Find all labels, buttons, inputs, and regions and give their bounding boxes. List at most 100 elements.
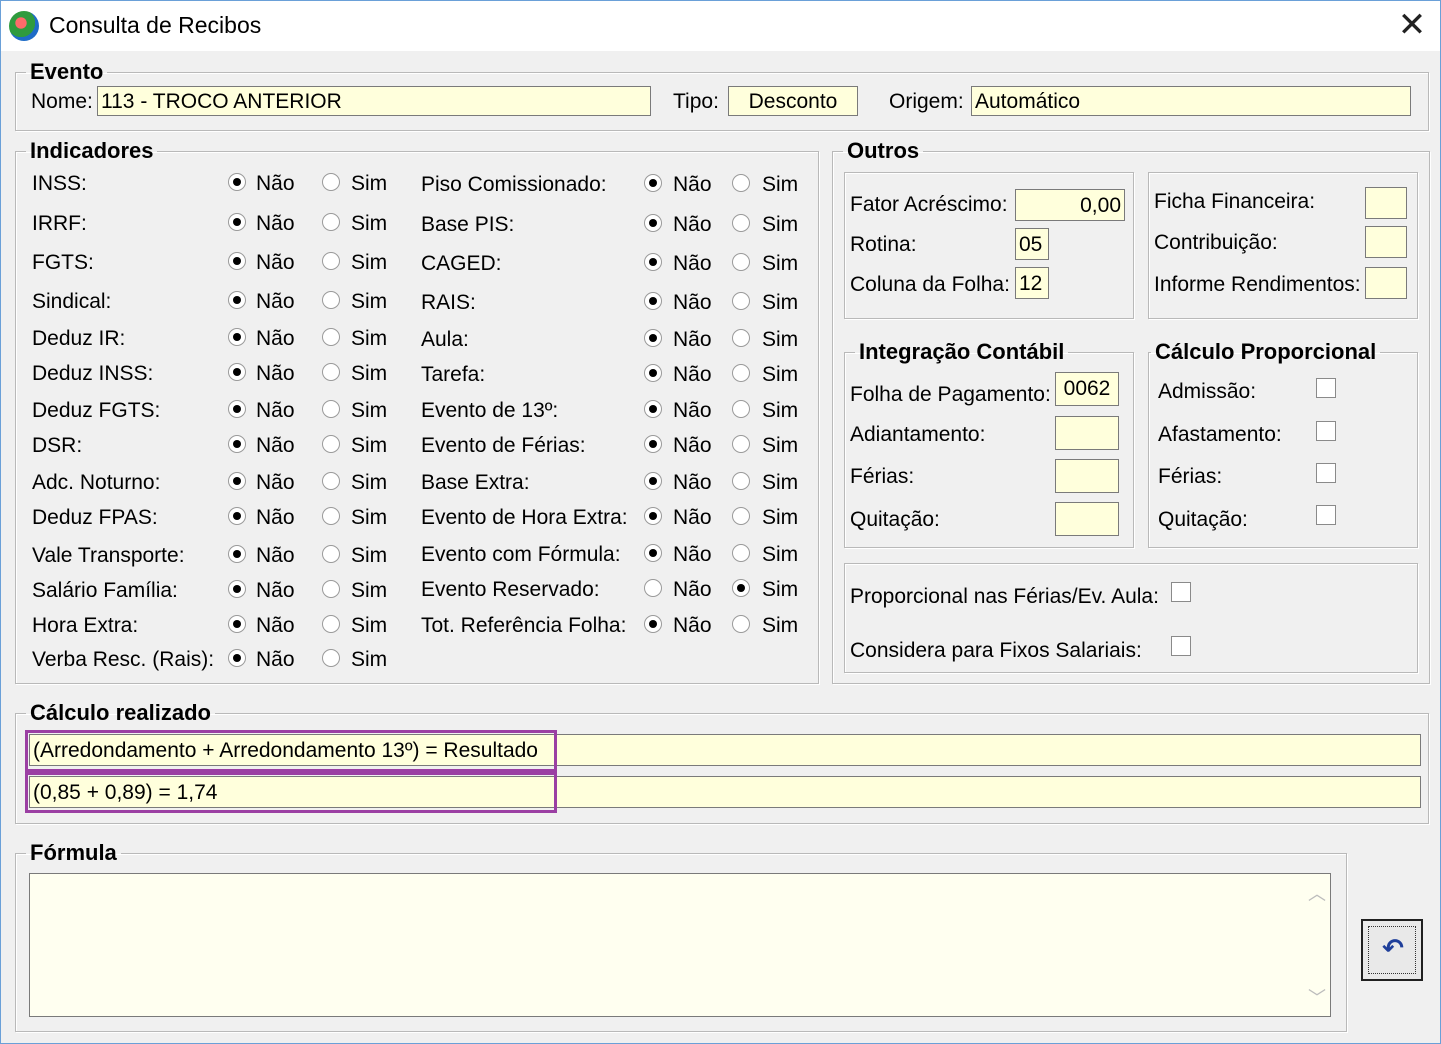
formula-scrollbar[interactable]: ︿ ﹀: [1300, 874, 1330, 1016]
indicator-sim-radio[interactable]: [732, 615, 750, 633]
indicator-nao-radio[interactable]: [644, 364, 662, 382]
indicator-nao-radio[interactable]: [644, 329, 662, 347]
indicator-sim-radio[interactable]: [322, 545, 340, 563]
afastamento-checkbox[interactable]: [1316, 421, 1336, 441]
indicator-nao-radio[interactable]: [228, 252, 246, 270]
fator-acrescimo-field[interactable]: 0,00: [1015, 189, 1125, 221]
indicator-sim-radio[interactable]: [732, 364, 750, 382]
coluna-folha-field[interactable]: 12: [1015, 267, 1049, 299]
title-bar: Consulta de Recibos ✕: [1, 1, 1440, 51]
calculo-formula-line[interactable]: (Arredondamento + Arredondamento 13º) = …: [29, 734, 1421, 766]
indicator-sim-radio[interactable]: [322, 615, 340, 633]
indicator-sim-radio[interactable]: [322, 291, 340, 309]
adiantamento-field[interactable]: [1055, 416, 1119, 450]
indicator-nao-radio[interactable]: [228, 545, 246, 563]
indicator-sim-radio[interactable]: [732, 472, 750, 490]
informe-rendimentos-field[interactable]: [1365, 267, 1407, 299]
indicator-nao-label: Não: [256, 434, 295, 457]
rotina-label: Rotina:: [850, 233, 917, 256]
proporcional-ferias-checkbox[interactable]: [1171, 582, 1191, 602]
indicator-nao-radio[interactable]: [228, 400, 246, 418]
indicator-nao-radio[interactable]: [228, 363, 246, 381]
indicator-sim-radio[interactable]: [322, 173, 340, 191]
quitacao-proporcional-checkbox[interactable]: [1316, 505, 1336, 525]
indicator-nao-label: Não: [673, 363, 712, 386]
indicator-sim-radio[interactable]: [322, 328, 340, 346]
indicator-sim-radio[interactable]: [732, 214, 750, 232]
indicator-label: Evento de Férias:: [421, 434, 586, 457]
indicator-nao-radio[interactable]: [644, 472, 662, 490]
indicator-nao-label: Não: [673, 614, 712, 637]
indicator-sim-radio[interactable]: [322, 507, 340, 525]
indicator-nao-radio[interactable]: [644, 435, 662, 453]
calculo-result-line[interactable]: (0,85 + 0,89) = 1,74: [29, 776, 1421, 808]
app-icon: [9, 11, 39, 41]
indicator-nao-radio[interactable]: [644, 544, 662, 562]
coluna-folha-label: Coluna da Folha:: [850, 273, 1010, 296]
origem-label: Origem:: [889, 90, 964, 113]
nome-field[interactable]: 113 - TROCO ANTERIOR: [97, 86, 651, 116]
indicator-nao-label: Não: [256, 251, 295, 274]
indicator-nao-radio[interactable]: [644, 579, 662, 597]
fixos-salariais-checkbox[interactable]: [1171, 636, 1191, 656]
outros-legend: Outros: [847, 138, 920, 163]
quitacao-integracao-field[interactable]: [1055, 502, 1119, 536]
ficha-financeira-field[interactable]: [1365, 187, 1407, 219]
indicator-sim-radio[interactable]: [732, 579, 750, 597]
indicator-nao-radio[interactable]: [644, 292, 662, 310]
indicator-sim-radio[interactable]: [322, 363, 340, 381]
indicator-sim-radio[interactable]: [732, 253, 750, 271]
proporcional-ferias-label: Proporcional nas Férias/Ev. Aula:: [850, 585, 1159, 608]
indicator-sim-radio[interactable]: [322, 400, 340, 418]
indicator-nao-radio[interactable]: [228, 649, 246, 667]
indicator-sim-radio[interactable]: [322, 252, 340, 270]
indicator-sim-radio[interactable]: [322, 580, 340, 598]
indicator-sim-radio[interactable]: [322, 649, 340, 667]
indicator-nao-label: Não: [673, 252, 712, 275]
indicator-nao-radio[interactable]: [228, 435, 246, 453]
indicator-nao-label: Não: [256, 579, 295, 602]
indicator-nao-radio[interactable]: [644, 400, 662, 418]
origem-field[interactable]: Automático: [971, 86, 1411, 116]
indicator-sim-radio[interactable]: [732, 400, 750, 418]
indicator-nao-radio[interactable]: [644, 214, 662, 232]
indicator-sim-label: Sim: [351, 362, 388, 385]
indicator-nao-radio[interactable]: [644, 507, 662, 525]
indicator-sim-radio[interactable]: [732, 292, 750, 310]
indicator-nao-radio[interactable]: [228, 328, 246, 346]
indicator-nao-radio[interactable]: [228, 615, 246, 633]
scroll-up-icon[interactable]: ︿: [1308, 880, 1326, 906]
indicator-nao-radio[interactable]: [228, 213, 246, 231]
indicator-nao-radio[interactable]: [228, 291, 246, 309]
indicator-sim-label: Sim: [351, 506, 388, 529]
indicator-nao-radio[interactable]: [228, 472, 246, 490]
indicator-sim-radio[interactable]: [732, 544, 750, 562]
indicator-sim-radio[interactable]: [732, 507, 750, 525]
indicator-sim-radio[interactable]: [322, 472, 340, 490]
tipo-field[interactable]: Desconto: [728, 86, 858, 116]
admissao-checkbox[interactable]: [1316, 378, 1336, 398]
indicator-sim-radio[interactable]: [322, 435, 340, 453]
indicator-sim-radio[interactable]: [732, 174, 750, 192]
indicator-sim-radio[interactable]: [732, 329, 750, 347]
indicator-nao-radio[interactable]: [644, 174, 662, 192]
ferias-integracao-field[interactable]: [1055, 459, 1119, 493]
indicator-nao-radio[interactable]: [228, 173, 246, 191]
indicator-nao-radio[interactable]: [644, 253, 662, 271]
contribuicao-field[interactable]: [1365, 226, 1407, 258]
scroll-down-icon[interactable]: ﹀: [1308, 984, 1326, 1010]
indicator-nao-radio[interactable]: [228, 507, 246, 525]
rotina-field[interactable]: 05: [1015, 228, 1049, 260]
fixos-salariais-label: Considera para Fixos Salariais:: [850, 639, 1142, 662]
formula-textarea[interactable]: ︿ ﹀: [29, 873, 1331, 1017]
indicator-sim-label: Sim: [762, 291, 799, 314]
close-button[interactable]: ✕: [1393, 7, 1431, 45]
undo-button[interactable]: ↶: [1361, 919, 1423, 981]
indicator-sim-radio[interactable]: [322, 213, 340, 231]
folha-pagamento-field[interactable]: 0062: [1055, 372, 1119, 406]
indicator-sim-radio[interactable]: [732, 435, 750, 453]
indicator-nao-radio[interactable]: [228, 580, 246, 598]
indicator-nao-radio[interactable]: [644, 615, 662, 633]
formula-legend: Fórmula: [30, 840, 117, 865]
ferias-proporcional-checkbox[interactable]: [1316, 463, 1336, 483]
